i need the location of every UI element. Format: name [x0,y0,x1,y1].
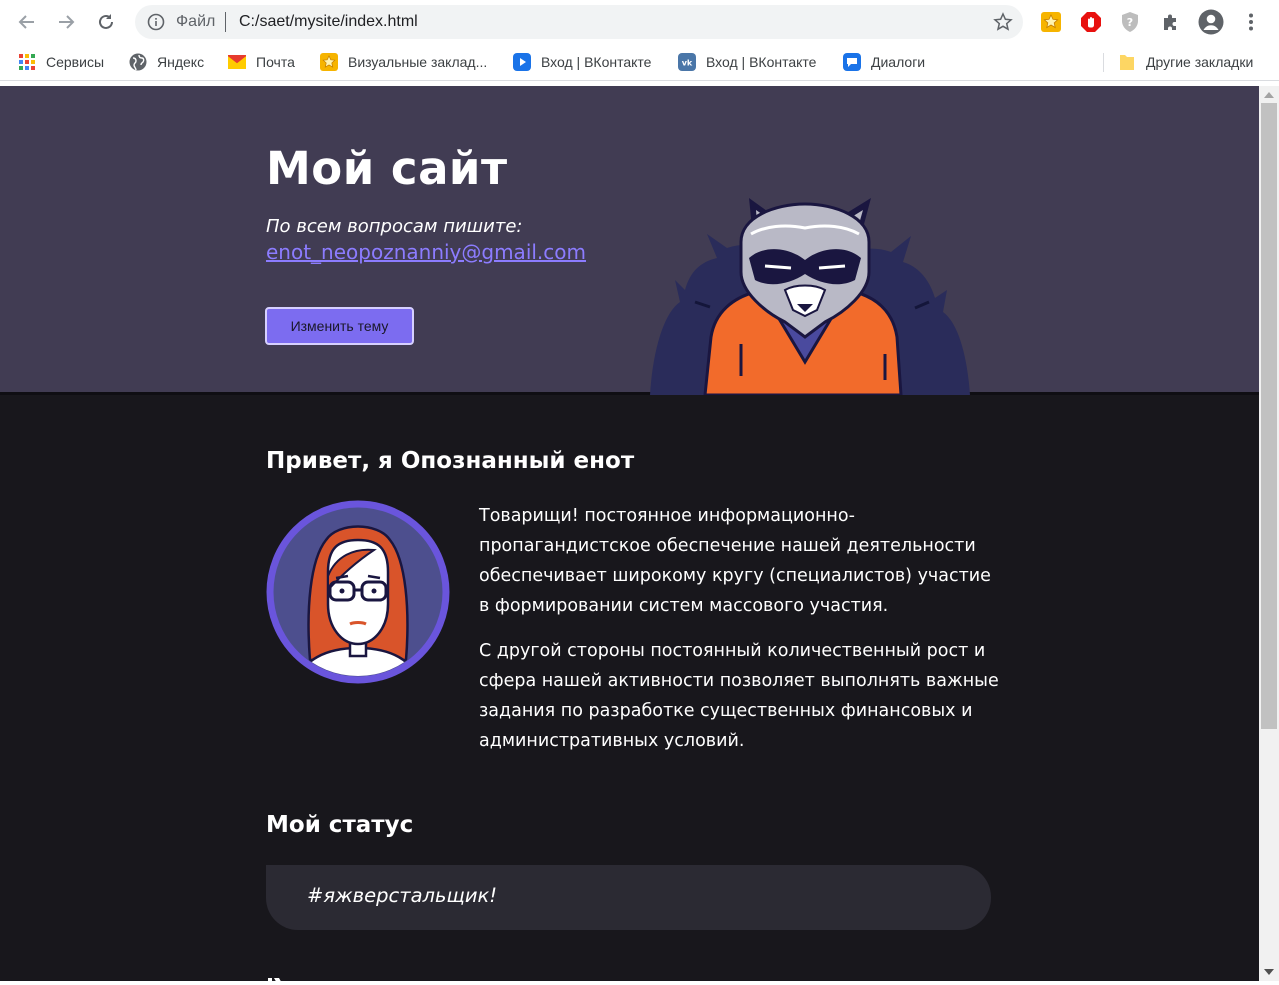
vk-icon: vk [678,53,696,71]
status-box: #яжверстальщик! [266,865,991,930]
bookmark-other[interactable]: Другие закладки [1118,52,1253,72]
reload-icon [99,14,113,29]
bookmark-vk-login-1[interactable]: Вход | ВКонтакте [513,52,651,72]
shield-extension-icon[interactable]: ? [1117,9,1143,35]
forward-button[interactable] [52,8,80,36]
bookmark-label: Другие закладки [1146,54,1254,70]
bookmark-label: Яндекс [157,54,205,70]
bookmark-visual[interactable]: Визуальные заклад... [320,52,487,72]
visual-bookmarks-extension-icon[interactable] [1038,9,1064,35]
address-bar[interactable]: Файл C:/saet/mysite/index.html [135,5,1023,39]
bookmark-label: Вход | ВКонтакте [706,54,817,70]
globe-icon [129,53,147,71]
change-theme-button[interactable]: Изменить тему [265,307,414,345]
browser-toolbar: Файл C:/saet/mysite/index.html ? [0,0,1279,44]
reload-button[interactable] [92,8,120,36]
about-paragraph-2: С другой стороны постоянный количественн… [479,641,999,751]
bookmark-yandex[interactable]: Яндекс [129,52,204,72]
bookmark-label: Сервисы [46,54,105,70]
svg-text:?: ? [1127,16,1133,29]
scrollbar-thumb[interactable] [1261,103,1277,729]
next-section-heading-cutoff [266,970,306,981]
url-scheme-label: Файл [176,13,216,30]
visual-bookmarks-icon [320,53,338,71]
bookmark-label: Диалоги [871,54,926,70]
forward-arrow-icon [59,15,75,29]
avatar [266,500,450,684]
url-separator [225,12,226,32]
apps-grid-icon [18,53,36,71]
svg-text:vk: vk [682,59,693,68]
vk-play-icon [513,53,531,71]
hero-header: Мой сайт По всем вопросам пишите: enot_n… [0,86,1259,395]
back-arrow-icon [18,15,34,29]
bookmark-services[interactable]: Сервисы [18,52,104,72]
scroll-up-arrow-icon[interactable] [1264,92,1274,98]
bookmark-star-icon[interactable] [993,12,1013,36]
page-scrollbar[interactable] [1259,86,1279,981]
bookmarks-bar: Сервисы Яндекс Почта Визуальные заклад..… [0,44,1279,81]
scroll-down-arrow-icon[interactable] [1264,969,1274,975]
bookmark-label: Почта [256,54,295,70]
folder-icon [1118,53,1136,71]
bookmark-label: Визуальные заклад... [348,54,488,70]
extensions-puzzle-icon[interactable] [1158,9,1184,35]
about-paragraph-1: Товарищи! постоянное информационно-пропа… [479,506,991,616]
site-title: Мой сайт [266,142,508,195]
url-text[interactable]: C:/saet/mysite/index.html [239,13,418,31]
status-text: #яжверстальщик! [307,884,498,907]
chat-icon [843,53,861,71]
bookmark-label: Вход | ВКонтакте [541,54,652,70]
raccoon-illustration-icon [650,198,970,395]
info-icon[interactable] [147,13,165,35]
mail-icon [228,53,246,71]
bookmark-mail[interactable]: Почта [228,52,295,72]
page-viewport: Мой сайт По всем вопросам пишите: enot_n… [0,86,1259,981]
email-link[interactable]: enot_neopoznanniy@gmail.com [266,240,586,264]
adblock-extension-icon[interactable] [1078,9,1104,35]
menu-kebab-icon[interactable] [1238,9,1264,35]
profile-avatar-icon[interactable] [1198,9,1224,35]
status-heading: Мой статус [266,812,414,838]
back-button[interactable] [13,8,41,36]
bookmarks-divider [1103,53,1104,72]
contact-text: По всем вопросам пишите: [266,216,523,237]
bookmark-dialogs[interactable]: Диалоги [843,52,925,72]
about-heading: Привет, я Опознанный енот [266,448,635,474]
bookmark-vk-login-2[interactable]: vk Вход | ВКонтакте [678,52,816,72]
